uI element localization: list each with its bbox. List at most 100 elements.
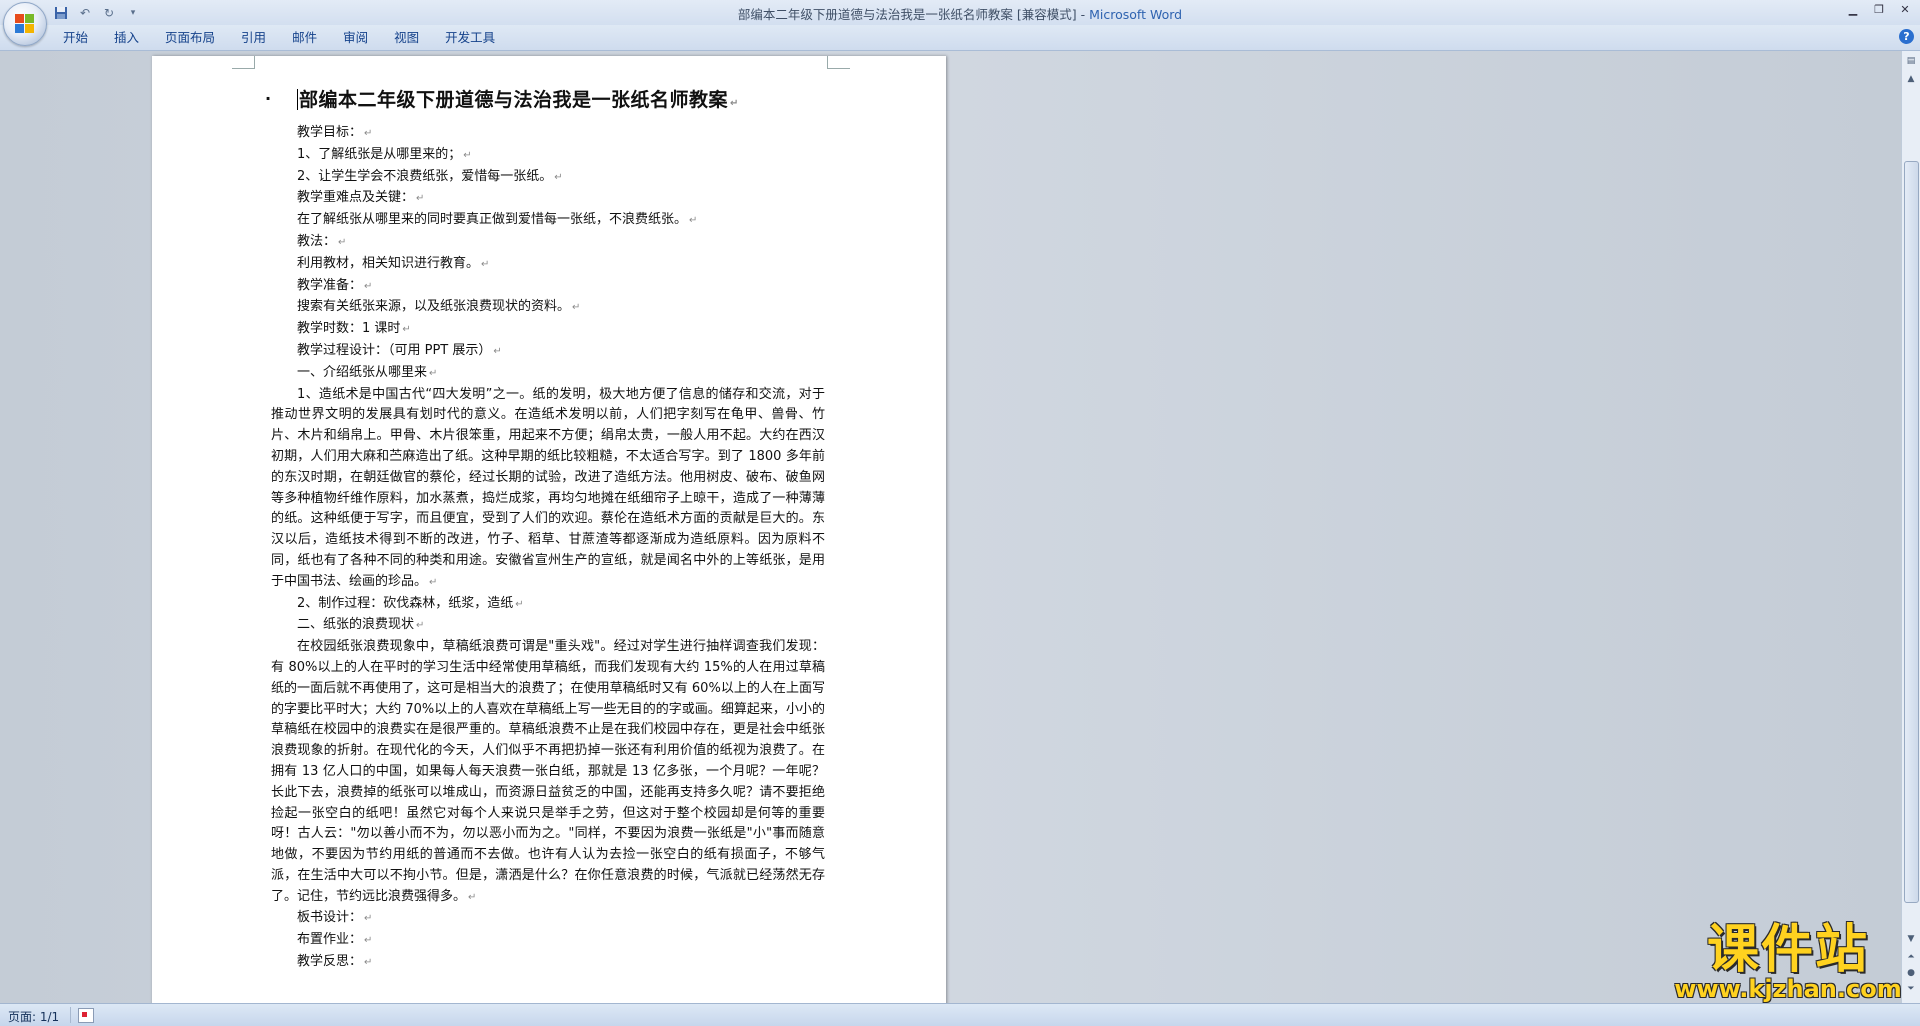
help-icon[interactable]: ?: [1899, 29, 1914, 44]
doc-line: 2、让学生学会不浪费纸张，爱惜每一张纸。 ↵: [271, 167, 825, 189]
doc-line: 2、制作过程：砍伐森林，纸浆，造纸 ↵: [271, 594, 825, 616]
doc-line: 二、纸张的浪费现状 ↵: [271, 615, 825, 637]
line-text: 教学准备：: [297, 277, 363, 293]
line-text: 1、了解纸张是从哪里来的；: [297, 146, 462, 162]
vertical-scrollbar[interactable]: ▤ ▲ ▼ ⏶ ● ⏷: [1901, 51, 1920, 1003]
page-count[interactable]: 页面: 1/1: [8, 1008, 59, 1025]
doc-line: 教学重难点及关键： ↵: [271, 188, 825, 210]
tab-insert[interactable]: 插入: [101, 25, 152, 50]
ribbon-tab-bar: 开始 插入 页面布局 引用 邮件 审阅 视图 开发工具 ?: [0, 25, 1920, 51]
doc-line: 1、了解纸张是从哪里来的； ↵: [271, 145, 825, 167]
paragraph-mark: ↵: [554, 171, 563, 183]
tab-view[interactable]: 视图: [381, 25, 432, 50]
scroll-up-icon[interactable]: ▲: [1903, 71, 1919, 87]
line-text: 2、让学生学会不浪费纸张，爱惜每一张纸。: [297, 168, 553, 184]
tab-review[interactable]: 审阅: [330, 25, 381, 50]
document-name: 部编本二年级下册道德与法治我是一张纸名师教案: [737, 7, 1013, 22]
watermark-url: www.kjzhan.com: [1674, 975, 1902, 1003]
paragraph-mark: ↵: [416, 620, 425, 632]
crop-mark-left: [232, 56, 255, 69]
doc-line: 在了解纸张从哪里来的同时要真正做到爱惜每一张纸，不浪费纸张。 ↵: [271, 210, 825, 232]
document-title: 部编本二年级下册道德与法治我是一张纸名师教案 ↵: [271, 87, 825, 117]
paragraph-mark: ↵: [463, 149, 472, 161]
doc-line: 教学目标： ↵: [271, 123, 825, 145]
title-bar: ↶ ↻ ▾ 部编本二年级下册道德与法治我是一张纸名师教案 [兼容模式] - Mi…: [0, 0, 1920, 26]
line-text: 在了解纸张从哪里来的同时要真正做到爱惜每一张纸，不浪费纸张。: [297, 212, 688, 228]
paragraph-mark: ↵: [481, 258, 490, 270]
line-text: 布置作业：: [297, 932, 363, 948]
line-text: 2、制作过程：砍伐森林，纸浆，造纸: [297, 595, 514, 611]
doc-line: 教学准备： ↵: [271, 276, 825, 298]
line-text: 教学反思：: [297, 954, 363, 970]
line-text: 教学目标：: [297, 125, 363, 140]
line-text: 教学时数：1 课时: [297, 321, 401, 337]
doc-line: 教学时数：1 课时 ↵: [271, 319, 825, 341]
tab-page-layout[interactable]: 页面布局: [152, 25, 228, 50]
line-text: 教学重难点及关键：: [297, 190, 415, 206]
paragraph-text: 在校园纸张浪费现象中，草稿纸浪费可谓是"重头戏"。经过对学生进行抽样调查我们发现…: [271, 639, 825, 904]
paragraph-mark: ↵: [364, 913, 373, 925]
line-text: 二、纸张的浪费现状: [297, 617, 415, 633]
restore-icon[interactable]: ❐: [1868, 1, 1890, 19]
line-text: 搜索有关纸张来源，以及纸张浪费现状的资料。: [297, 299, 571, 315]
status-divider: [70, 1007, 71, 1023]
paragraph-mark: ↵: [689, 215, 698, 227]
paragraph-mark: ↵: [364, 128, 373, 139]
scrollbar-thumb[interactable]: [1904, 161, 1919, 903]
paragraph-mark: ↵: [572, 302, 581, 314]
doc-line: 搜索有关纸张来源，以及纸张浪费现状的资料。 ↵: [271, 297, 825, 319]
compat-mode: [兼容模式]: [1016, 7, 1077, 22]
doc-line: 布置作业： ↵: [271, 930, 825, 952]
line-text: 教学过程设计：（可用 PPT 展示）: [297, 342, 492, 358]
paragraph-mark: ↵: [364, 957, 373, 969]
tab-references[interactable]: 引用: [228, 25, 279, 50]
paragraph-mark: ↵: [429, 576, 438, 588]
doc-line: 一、介绍纸张从哪里来 ↵: [271, 363, 825, 385]
doc-line: 教法： ↵: [271, 232, 825, 254]
doc-line: 板书设计： ↵: [271, 908, 825, 930]
paragraph-mark: ↵: [364, 935, 373, 947]
paragraph-mark: ↵: [493, 345, 502, 357]
paragraph-mark: ↵: [364, 280, 373, 292]
window-controls: ▁ ❐ ✕: [1842, 1, 1916, 19]
line-text: 教法：: [297, 233, 337, 249]
office-logo-icon: [15, 14, 35, 34]
line-text: 板书设计：: [297, 910, 363, 926]
document-body[interactable]: 部编本二年级下册道德与法治我是一张纸名师教案 ↵ 教学目标： ↵ 1、了解纸张是从哪…: [271, 87, 825, 974]
paragraph-text: 1、造纸术是中国古代“四大发明”之一。纸的发明，极大地方便了信息的储存和交流，对…: [271, 386, 825, 589]
paragraph-mark: ↵: [402, 324, 411, 336]
office-button[interactable]: [3, 2, 47, 46]
watermark-brand: 课件站: [1706, 919, 1869, 980]
document-workspace: · 部编本二年级下册道德与法治我是一张纸名师教案 ↵ 教学目标： ↵ 1、了解纸张是…: [0, 51, 1902, 1008]
document-page[interactable]: · 部编本二年级下册道德与法治我是一张纸名师教案 ↵ 教学目标： ↵ 1、了解纸张是…: [152, 56, 946, 1008]
document-title-text: 部编本二年级下册道德与法治我是一张纸名师教案: [299, 89, 729, 111]
title-separator: -: [1076, 7, 1090, 22]
line-text: 一、介绍纸张从哪里来: [297, 364, 428, 380]
paragraph-mark: ↵: [429, 367, 438, 379]
site-watermark: 课件站 www.kjzhan.com: [1668, 919, 1908, 1003]
minimize-icon[interactable]: ▁: [1842, 1, 1864, 19]
window-title: 部编本二年级下册道德与法治我是一张纸名师教案 [兼容模式] - Microsof…: [0, 4, 1920, 23]
body-paragraph: 在校园纸张浪费现象中，草稿纸浪费可谓是"重头戏"。经过对学生进行抽样调查我们发现…: [271, 637, 825, 908]
line-text: 利用教材，相关知识进行教育。: [297, 255, 480, 271]
paragraph-mark: ↵: [416, 193, 425, 205]
paragraph-mark: ↵: [515, 598, 524, 610]
doc-line: 教学反思： ↵: [271, 952, 825, 974]
doc-line: 教学过程设计：（可用 PPT 展示） ↵: [271, 341, 825, 363]
crop-mark-right: [827, 56, 850, 69]
paragraph-mark: ↵: [468, 891, 477, 903]
ribbon-tabs: 开始 插入 页面布局 引用 邮件 审阅 视图 开发工具: [50, 25, 508, 50]
app-name: Microsoft Word: [1089, 7, 1183, 22]
close-icon[interactable]: ✕: [1894, 1, 1916, 19]
doc-line: 利用教材，相关知识进行教育。 ↵: [271, 254, 825, 276]
proofing-icon[interactable]: [78, 1008, 94, 1023]
tab-developer[interactable]: 开发工具: [432, 25, 508, 50]
ruler-toggle-icon[interactable]: ▤: [1903, 53, 1919, 69]
paragraph-mark: ↵: [338, 236, 347, 248]
text-cursor: [297, 89, 298, 110]
tab-home[interactable]: 开始: [50, 25, 101, 50]
body-paragraph: 1、造纸术是中国古代“四大发明”之一。纸的发明，极大地方便了信息的储存和交流，对…: [271, 385, 825, 594]
tab-mailings[interactable]: 邮件: [279, 25, 330, 50]
status-bar: 页面: 1/1: [0, 1003, 1920, 1026]
paragraph-mark: ↵: [730, 98, 739, 109]
